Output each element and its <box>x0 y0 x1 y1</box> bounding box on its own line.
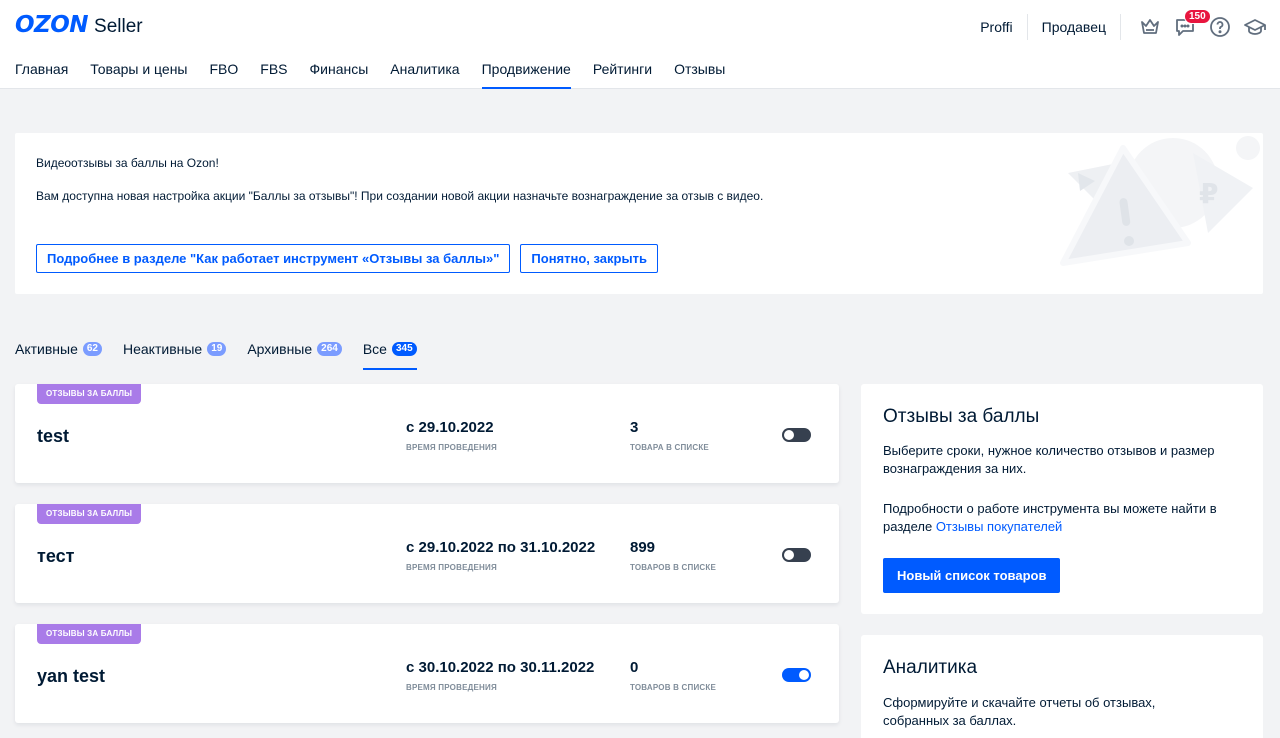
education-icon[interactable] <box>1244 16 1266 38</box>
promotion-toggle[interactable] <box>782 668 811 682</box>
promotion-period-label: ВРЕМЯ ПРОВЕДЕНИЯ <box>406 683 497 692</box>
tab-active[interactable]: Активные 62 <box>15 334 102 370</box>
nav-reviews[interactable]: Отзывы <box>674 52 725 89</box>
video-reviews-banner: Видеоотзывы за баллы на Ozon! Вам доступ… <box>15 133 1263 294</box>
new-product-list-button[interactable]: Новый список товаров <box>883 558 1061 593</box>
chat-icon[interactable]: 150 <box>1174 9 1211 38</box>
promotion-period: с 30.10.2022 по 30.11.2022 <box>406 659 595 676</box>
tab-label: Все <box>362 341 387 357</box>
main-nav: Главная Товары и цены FBO FBS Финансы Ан… <box>15 52 747 89</box>
products-count-label: ТОВАРА В СПИСКЕ <box>630 443 709 452</box>
tab-inactive[interactable]: Неактивные 19 <box>123 334 227 370</box>
promotion-period-label: ВРЕМЯ ПРОВЕДЕНИЯ <box>406 563 497 572</box>
panel-details: Подробности о работе инструмента вы може… <box>883 500 1253 536</box>
tab-count-badge: 62 <box>82 342 102 356</box>
tab-all[interactable]: Все 345 <box>362 334 417 370</box>
logo-product: Seller <box>94 16 143 37</box>
promotion-type-tag: ОТЗЫВЫ ЗА БАЛЛЫ <box>37 384 142 404</box>
analytics-panel: Аналитика Сформируйте и скачайте отчеты … <box>861 635 1263 738</box>
nav-ratings[interactable]: Рейтинги <box>593 52 652 89</box>
panel-description: Сформируйте и скачайте отчеты об отзывах… <box>883 695 1156 728</box>
promotion-type-tag: ОТЗЫВЫ ЗА БАЛЛЫ <box>37 624 142 644</box>
tab-count-badge: 264 <box>317 342 342 356</box>
promotion-toggle[interactable] <box>782 548 811 562</box>
dismiss-banner-button[interactable]: Понятно, закрыть <box>520 244 658 273</box>
products-count: 0 <box>630 659 639 676</box>
nav-products[interactable]: Товары и цены <box>90 52 187 89</box>
banner-actions: Подробнее в разделе "Как работает инстру… <box>36 244 668 273</box>
banner-text: Вам доступна новая настройка акции "Балл… <box>36 189 764 203</box>
promotion-period: с 29.10.2022 по 31.10.2022 <box>406 539 596 556</box>
logo-brand: OZON <box>15 12 89 38</box>
seller-role-link[interactable]: Продавец <box>1028 14 1121 40</box>
promotion-card[interactable]: ОТЗЫВЫ ЗА БАЛЛЫ тест с 29.10.2022 по 31.… <box>15 504 839 603</box>
panel-title: Аналитика <box>883 657 978 678</box>
tab-count-badge: 19 <box>207 342 227 356</box>
promotion-name: yan test <box>37 666 106 686</box>
tab-label: Неактивные <box>123 341 203 357</box>
nav-fbs[interactable]: FBS <box>260 52 287 89</box>
promotion-period-label: ВРЕМЯ ПРОВЕДЕНИЯ <box>406 443 497 452</box>
status-tabs: Активные 62 Неактивные 19 Архивные 264 В… <box>15 334 438 370</box>
proffi-link[interactable]: Proffi <box>980 14 1028 40</box>
tab-count-badge: 345 <box>391 342 417 356</box>
svg-text:₽: ₽ <box>1199 177 1218 210</box>
customer-reviews-link[interactable]: Отзывы покупателей <box>936 519 1063 534</box>
promotion-name: тест <box>37 546 75 566</box>
nav-fbo[interactable]: FBO <box>210 52 239 89</box>
nav-finance[interactable]: Финансы <box>310 52 369 89</box>
chat-count-badge: 150 <box>1184 9 1211 24</box>
banner-title: Видеоотзывы за баллы на Ozon! <box>36 156 219 170</box>
products-count: 3 <box>630 419 639 436</box>
promotion-card[interactable]: ОТЗЫВЫ ЗА БАЛЛЫ test с 29.10.2022 ВРЕМЯ … <box>15 384 839 483</box>
help-icon[interactable] <box>1209 16 1231 38</box>
crown-icon[interactable] <box>1139 16 1161 38</box>
products-count-label: ТОВАРОВ В СПИСКЕ <box>630 683 716 692</box>
top-header: OZON Seller Proffi Продавец 150 Главная … <box>0 0 1280 89</box>
tab-label: Архивные <box>247 341 313 357</box>
tab-archived[interactable]: Архивные 264 <box>247 334 342 370</box>
nav-promotion[interactable]: Продвижение <box>481 52 572 89</box>
tab-label: Активные <box>15 341 78 357</box>
panel-title: Отзывы за баллы <box>883 406 1040 427</box>
panel-description: Выберите сроки, нужное количество отзыво… <box>883 443 1215 476</box>
promotion-card[interactable]: ОТЗЫВЫ ЗА БАЛЛЫ yan test с 30.10.2022 по… <box>15 624 839 723</box>
nav-analytics[interactable]: Аналитика <box>390 52 459 89</box>
promotion-type-tag: ОТЗЫВЫ ЗА БАЛЛЫ <box>37 504 142 524</box>
learn-more-button[interactable]: Подробнее в разделе "Как работает инстру… <box>36 244 511 273</box>
promotion-period: с 29.10.2022 <box>406 419 494 436</box>
ozon-seller-logo[interactable]: OZON Seller <box>15 12 143 38</box>
products-count: 899 <box>630 539 656 556</box>
reviews-for-points-panel: Отзывы за баллы Выберите сроки, нужное к… <box>861 384 1263 614</box>
header-actions: Proffi Продавец 150 <box>980 9 1266 40</box>
products-count-label: ТОВАРОВ В СПИСКЕ <box>630 563 716 572</box>
banner-illustration: ₽ <box>1060 136 1260 266</box>
promotion-toggle[interactable] <box>782 428 811 442</box>
nav-home[interactable]: Главная <box>15 52 68 89</box>
promotion-name: test <box>37 426 70 446</box>
